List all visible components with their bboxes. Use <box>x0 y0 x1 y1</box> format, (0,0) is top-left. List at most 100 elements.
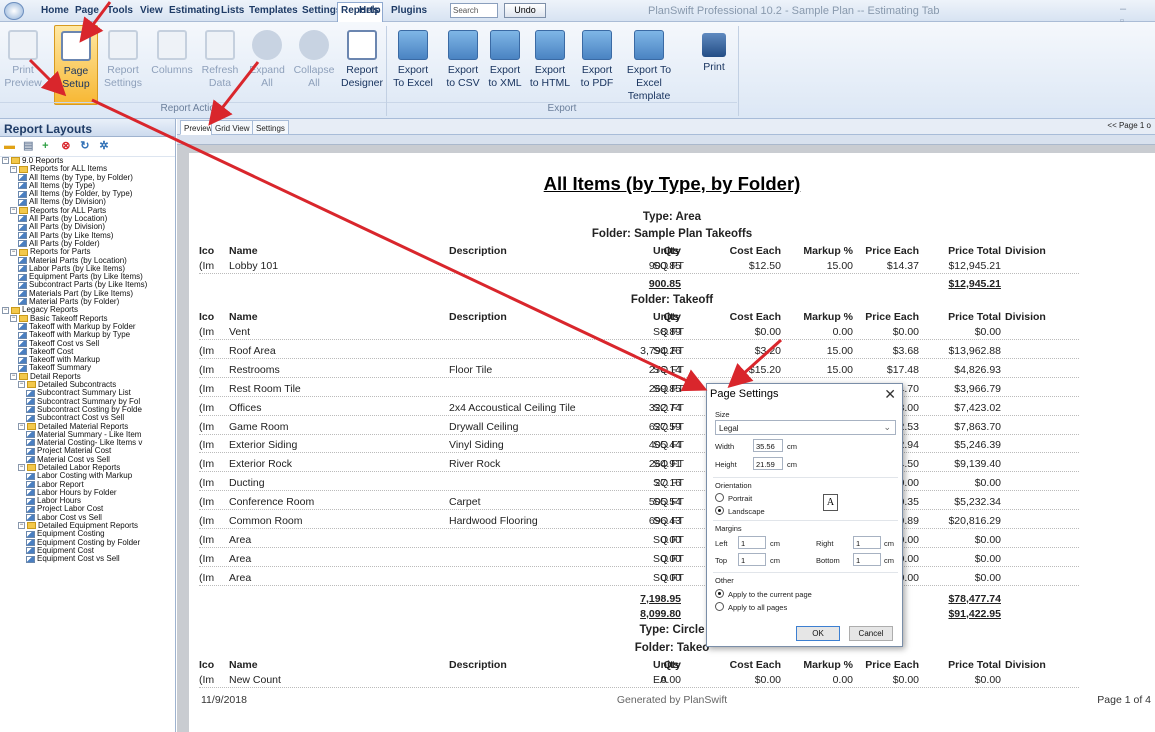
tab-grid-view[interactable]: Grid View <box>211 120 254 135</box>
app-logo-icon[interactable] <box>4 2 24 20</box>
menu-view[interactable]: View <box>137 4 166 17</box>
collapse-icon[interactable]: − <box>18 522 25 530</box>
tree-item[interactable]: Takeoff Summary <box>0 364 175 372</box>
left-margin-label: Left <box>715 539 728 548</box>
width-field[interactable]: 35.56 <box>753 439 783 452</box>
report-icon <box>18 256 27 264</box>
right-margin-unit: cm <box>884 539 894 548</box>
refresh-icon[interactable]: ↻ <box>80 141 91 152</box>
table-cell: Conference Room <box>229 496 315 509</box>
apply-all-radio[interactable] <box>715 602 724 611</box>
table-cell: SQ FT <box>653 382 684 395</box>
export-to-excel-button[interactable]: Export To Excel <box>392 25 434 105</box>
table-cell: Exterior Siding <box>229 439 298 452</box>
collapse-icon[interactable]: − <box>10 207 17 215</box>
folder-price-total: $12,945.21 <box>948 278 1001 290</box>
table-cell: (Im <box>199 515 215 527</box>
open-folder-icon[interactable]: ▬ <box>4 141 15 152</box>
collapse-all-icon <box>299 30 329 60</box>
folder-heading: Folder: Takeoff <box>630 294 714 306</box>
save-icon[interactable]: ▤ <box>23 141 34 152</box>
menu-estimating[interactable]: Estimating <box>166 4 223 17</box>
menu-plugins[interactable]: Plugins <box>388 4 430 17</box>
left-margin-field[interactable]: 1 <box>738 536 766 549</box>
table-cell: Lobby 101 <box>229 260 279 272</box>
collapse-icon[interactable]: − <box>10 248 17 256</box>
ribbon-label: Page <box>63 65 89 77</box>
table-cell: River Rock <box>449 458 501 471</box>
collapse-icon[interactable]: − <box>18 422 25 430</box>
settings-gear-icon[interactable]: ✲ <box>99 141 110 152</box>
column-header: Division <box>1005 658 1046 671</box>
print-preview-button[interactable]: Print Preview <box>0 25 46 105</box>
table-cell: (Im <box>199 326 215 338</box>
menu-home[interactable]: Home <box>38 4 72 17</box>
tab-settings[interactable]: Settings <box>252 120 289 135</box>
table-cell: 15.00 <box>826 260 853 272</box>
bottom-margin-field[interactable]: 1 <box>853 553 881 566</box>
undo-button[interactable]: Undo <box>504 3 546 18</box>
bottom-margin-label: Bottom <box>816 556 840 565</box>
report-settings-button[interactable]: Report Settings <box>101 25 145 105</box>
ok-button[interactable]: OK <box>796 626 840 641</box>
tree-item[interactable]: Takeoff Cost vs Sell <box>0 339 175 348</box>
collapse-icon[interactable]: − <box>10 315 17 323</box>
collapse-icon[interactable]: − <box>18 464 25 472</box>
table-cell: SQ FT <box>653 260 684 272</box>
page-settings-dialog: Page Settings ✕ Size Legal ⌄ Width 35.56 … <box>706 383 903 647</box>
right-margin-field[interactable]: 1 <box>853 536 881 549</box>
close-icon[interactable]: ✕ <box>884 386 896 403</box>
collapse-icon[interactable]: − <box>2 306 9 314</box>
print-button[interactable]: Print <box>695 25 733 105</box>
collapse-all-button[interactable]: Collapse All <box>292 25 336 105</box>
report-designer-button[interactable]: Report Designer <box>341 25 383 105</box>
export-to-pdf-button[interactable]: Export to PDF <box>577 25 617 105</box>
menu-templates[interactable]: Templates <box>246 4 301 17</box>
collapse-icon[interactable]: − <box>10 165 17 173</box>
collapse-icon[interactable]: − <box>10 373 17 381</box>
apply-current-radio[interactable] <box>715 589 724 598</box>
cancel-button[interactable]: Cancel <box>849 626 893 641</box>
folder-qty-total: 7,198.95 <box>640 592 681 605</box>
table-cell: (Im <box>199 401 215 414</box>
collapse-icon[interactable]: − <box>18 381 25 389</box>
tree-item[interactable]: Labor Costing with Markup <box>0 472 175 480</box>
column-header: Markup % <box>803 658 853 671</box>
add-icon[interactable]: + <box>42 141 53 152</box>
page-setup-button[interactable]: Page Setup <box>54 25 98 105</box>
landscape-radio[interactable] <box>715 506 724 515</box>
table-cell: SQ FT <box>653 552 684 565</box>
export-to-excel-icon <box>398 30 428 60</box>
top-margin-field[interactable]: 1 <box>738 553 766 566</box>
tree-item[interactable]: Equipment Cost vs Sell <box>0 555 175 563</box>
tree-item[interactable]: Labor Hours by Folder <box>0 488 175 497</box>
collapse-icon[interactable]: − <box>2 157 9 165</box>
menu-help[interactable]: Help <box>356 4 384 17</box>
folder-price-total: $78,477.74 <box>948 592 1001 605</box>
column-header: Ico <box>199 658 215 671</box>
portrait-radio[interactable] <box>715 493 724 502</box>
export-to-xml-button[interactable]: Export to XML <box>484 25 526 105</box>
refresh-data-button[interactable]: Refresh Data <box>200 25 240 105</box>
page-navigator[interactable]: << Page 1 o <box>1107 121 1151 130</box>
search-input[interactable]: Search <box>450 3 498 18</box>
menu-tools[interactable]: Tools <box>104 4 136 17</box>
export-to-html-button[interactable]: Export to HTML <box>528 25 572 105</box>
export-to-excel-template-button[interactable]: Export To Excel Template <box>620 25 678 105</box>
delete-icon[interactable]: ⊗ <box>61 141 72 152</box>
menu-page[interactable]: Page <box>72 4 102 17</box>
ribbon-label: Export To <box>626 64 672 76</box>
report-page: All Items (by Type, by Folder) Type: Are… <box>189 153 1155 732</box>
column-header: Name <box>229 245 258 257</box>
table-cell: Area <box>229 571 252 584</box>
orientation-label: Orientation <box>715 481 752 490</box>
columns-button[interactable]: Columns <box>150 25 194 105</box>
height-field[interactable]: 21.59 <box>753 457 783 470</box>
menu-lists[interactable]: Lists <box>218 4 247 17</box>
export-to-csv-button[interactable]: Export to CSV <box>443 25 483 105</box>
table-cell: $17.48 <box>886 363 919 376</box>
expand-all-button[interactable]: Expand All <box>247 25 287 105</box>
paper-size-select[interactable]: Legal ⌄ <box>715 420 896 435</box>
folder-icon <box>27 422 36 430</box>
table-cell: $3.20 <box>754 344 781 357</box>
